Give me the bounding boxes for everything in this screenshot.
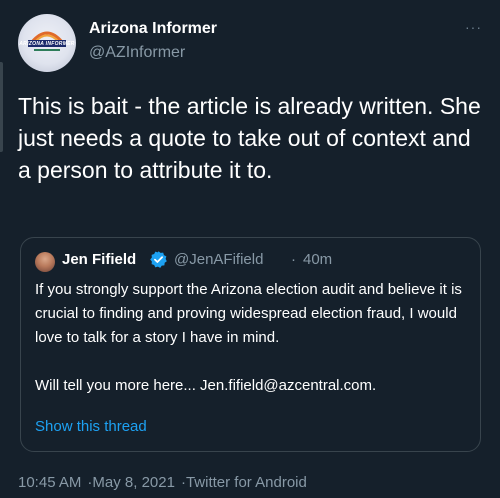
scroll-edge-indicator [0, 62, 3, 152]
tweet-date: May 8, 2021 [92, 474, 175, 491]
quoted-tweet[interactable]: Jen Fifield @JenAFifield · 40m If you st… [20, 237, 481, 452]
author-handle[interactable]: @AZInformer [89, 44, 185, 62]
author-name[interactable]: Arizona Informer [89, 20, 217, 38]
quoted-author-avatar [35, 252, 55, 272]
author-avatar[interactable]: ARIZONA INFORMER [18, 14, 76, 72]
tweet-client[interactable]: Twitter for Android [186, 474, 307, 491]
more-dots-icon[interactable]: ··· [465, 20, 482, 34]
quoted-timestamp: 40m [303, 251, 333, 268]
tweet-text: This is bait - the article is already wr… [18, 93, 488, 183]
tweet-time: 10:45 AM [18, 474, 82, 491]
verified-badge-icon [150, 251, 167, 268]
tweet-metadata: 10:45 AM ·May 8, 2021 ·Twitter for Android [18, 474, 307, 491]
avatar-logo-text: ARIZONA INFORMER [19, 41, 75, 47]
quoted-separator: · [291, 251, 296, 268]
quoted-author-name: Jen Fifield [62, 251, 137, 268]
tweet-header: ARIZONA INFORMER Arizona Informer @AZInf… [18, 14, 486, 74]
quoted-author-handle: @JenAFifield [174, 251, 264, 268]
quoted-tweet-text: If you strongly support the Arizona elec… [35, 281, 462, 394]
show-thread-link[interactable]: Show this thread [35, 418, 147, 435]
